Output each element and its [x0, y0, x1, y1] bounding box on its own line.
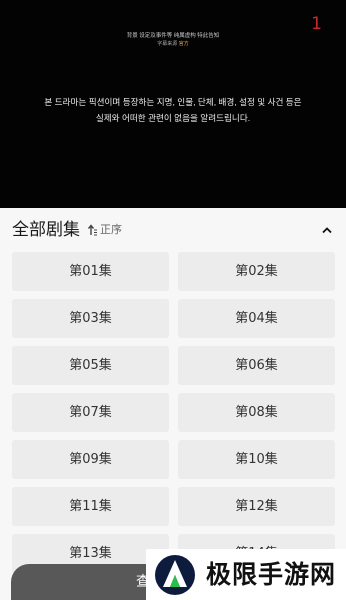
sort-icon: [88, 224, 97, 236]
video-player[interactable]: 背景 设定及事件等 纯属虚构 特此告知 字幕来源 官方 1 본 드라마는 픽션이…: [0, 0, 346, 208]
episode-item[interactable]: 第10集: [178, 440, 335, 479]
episode-item[interactable]: 第06集: [178, 346, 335, 385]
episode-item[interactable]: 第09集: [12, 440, 169, 479]
episode-item[interactable]: 第08集: [178, 393, 335, 432]
subtitle-line-1: 본 드라마는 픽션이며 등장하는 지명, 인물, 단체, 배경, 설정 및 사건…: [44, 97, 302, 107]
sort-label: 正序: [100, 223, 122, 236]
episode-item[interactable]: 第01集: [12, 252, 169, 291]
video-disclaimer-line: 背景 设定及事件等 纯属虚构 特此告知: [126, 33, 220, 39]
watermark-logo-icon: [155, 554, 195, 595]
panel-title: 全部剧集: [12, 220, 80, 240]
episode-item[interactable]: 第05集: [12, 346, 169, 385]
chevron-up-icon[interactable]: [320, 223, 334, 237]
episode-panel: 全部剧集 正序 第01集 第02集 第03集 第04集 第05集 第06集 第0…: [0, 208, 346, 600]
episode-item[interactable]: 第12集: [178, 487, 335, 526]
episode-item[interactable]: 第11集: [12, 487, 169, 526]
subtitle-line-2: 실제와 어떠한 관련이 없음을 알려드립니다.: [95, 113, 251, 123]
watermark-text: 极限手游网: [206, 559, 337, 589]
watermark: 极限手游网: [146, 549, 346, 600]
episode-number: 1: [311, 14, 322, 34]
credit-highlight: 官方: [178, 41, 189, 47]
episode-item[interactable]: 第03集: [12, 299, 169, 338]
episode-item[interactable]: 第02集: [178, 252, 335, 291]
episode-item[interactable]: 第04集: [178, 299, 335, 338]
episode-item[interactable]: 第07集: [12, 393, 169, 432]
credit-prefix: 字幕来源: [157, 41, 178, 47]
video-credit-line: 字幕来源 官方: [0, 41, 346, 48]
sort-toggle[interactable]: 正序: [88, 223, 122, 237]
